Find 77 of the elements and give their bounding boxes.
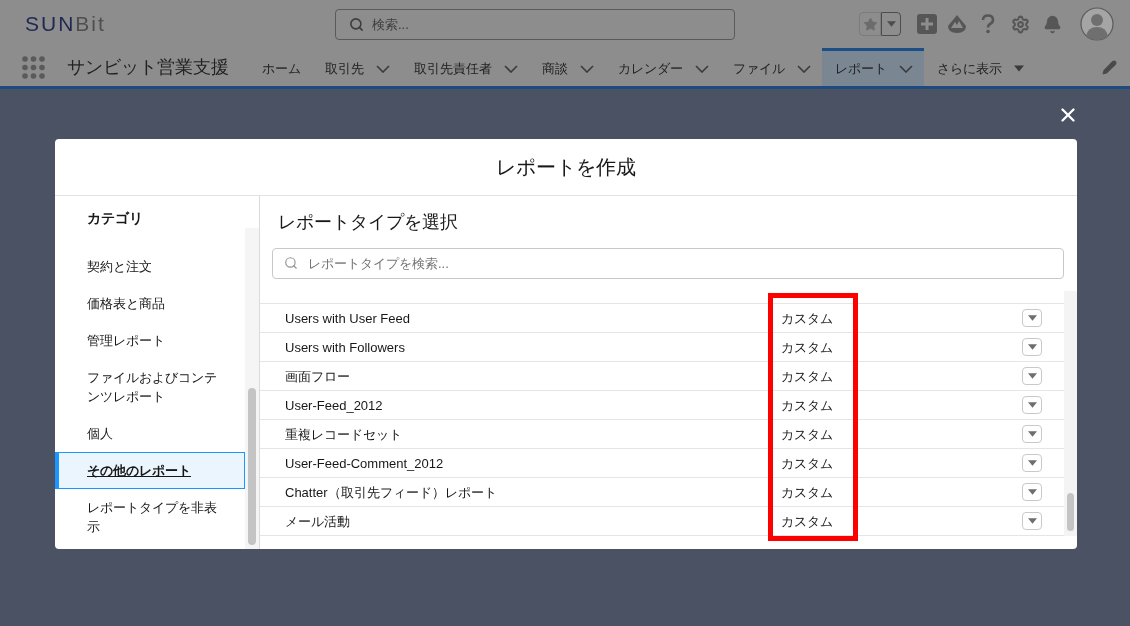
- report-type-name[interactable]: Users with User Feed: [285, 311, 410, 326]
- report-category-label: カスタム: [781, 485, 833, 500]
- search-icon: [349, 16, 364, 32]
- mountain-icon[interactable]: [947, 14, 967, 34]
- report-type-name[interactable]: 重複レコードセット: [285, 427, 402, 442]
- category-item[interactable]: 個人: [55, 415, 245, 452]
- row-menu-button[interactable]: [1022, 338, 1042, 356]
- edit-icon[interactable]: [1102, 59, 1117, 75]
- favorites-menu-button[interactable]: [881, 12, 901, 36]
- category-item[interactable]: レポートタイプを非表示: [55, 489, 245, 545]
- report-category-label: カスタム: [781, 514, 833, 529]
- settings-icon[interactable]: [1011, 14, 1030, 34]
- notification-bell-icon[interactable]: [1043, 14, 1062, 34]
- row-menu-button[interactable]: [1022, 425, 1042, 443]
- chevron-down-icon: [580, 64, 594, 73]
- nav-tab[interactable]: ホーム: [249, 48, 312, 86]
- row-menu-button[interactable]: [1022, 367, 1042, 385]
- search-field[interactable]: 検索...: [335, 8, 735, 40]
- report-type-search-field[interactable]: レポートタイプを検索...: [272, 248, 1064, 279]
- report-category-label: カスタム: [781, 398, 833, 413]
- report-type-name[interactable]: User-Feed_2012: [285, 398, 383, 413]
- report-type-heading: レポートタイプを選択: [278, 212, 458, 232]
- report-type-name[interactable]: Chatter（取引先フィード）レポート: [285, 485, 497, 500]
- caret-down-icon: [1027, 315, 1037, 321]
- scrollbar-thumb[interactable]: [1067, 493, 1074, 531]
- help-icon[interactable]: [981, 14, 995, 34]
- chevron-down-icon: [797, 64, 811, 73]
- logo: SUN Bit: [25, 11, 106, 37]
- category-item[interactable]: 管理レポート: [55, 322, 245, 359]
- report-category-label: カスタム: [781, 340, 833, 355]
- app-name: サンビット営業支援: [67, 55, 229, 79]
- chevron-down-icon: [504, 64, 518, 73]
- row-menu-button[interactable]: [1022, 309, 1042, 327]
- report-category-label: カスタム: [781, 369, 833, 384]
- dialog-title: レポートを作成: [496, 155, 636, 180]
- scrollbar-thumb[interactable]: [248, 388, 256, 545]
- app-launcher-icon[interactable]: [22, 55, 45, 79]
- caret-down-icon: [1027, 344, 1037, 350]
- caret-down-icon: [886, 21, 896, 27]
- report-category-label: カスタム: [781, 427, 833, 442]
- category-heading: カテゴリ: [87, 210, 143, 226]
- row-menu-button[interactable]: [1022, 512, 1042, 530]
- user-avatar-icon[interactable]: [1080, 7, 1114, 41]
- category-item[interactable]: 契約と注文: [55, 248, 245, 285]
- star-icon: [862, 16, 878, 32]
- report-type-name[interactable]: メール活動: [285, 514, 350, 529]
- caret-down-icon: [1027, 489, 1037, 495]
- row-menu-button[interactable]: [1022, 396, 1042, 414]
- category-item[interactable]: ファイルおよびコンテンツレポート: [55, 359, 245, 415]
- nav-tab[interactable]: 取引先責任者: [401, 48, 529, 86]
- caret-down-icon: [1027, 431, 1037, 437]
- nav-tab[interactable]: レポート: [822, 48, 924, 86]
- chevron-down-icon: [376, 64, 390, 73]
- search-icon: [284, 256, 298, 270]
- favorite-button[interactable]: [859, 12, 881, 36]
- row-menu-button[interactable]: [1022, 483, 1042, 501]
- row-menu-button[interactable]: [1022, 454, 1042, 472]
- caret-down-icon: [1027, 460, 1037, 466]
- report-type-name[interactable]: User-Feed-Comment_2012: [285, 456, 444, 471]
- nav-tab[interactable]: さらに表示: [924, 48, 1035, 86]
- caret-down-icon: [1027, 402, 1037, 408]
- report-category-label: カスタム: [781, 456, 833, 471]
- category-item[interactable]: 価格表と商品: [55, 285, 245, 322]
- nav-tab[interactable]: 商談: [529, 48, 605, 86]
- report-type-name[interactable]: 画面フロー: [285, 369, 350, 384]
- chevron-down-icon: [695, 64, 709, 73]
- category-item[interactable]: その他のレポート: [55, 452, 245, 489]
- nav-tab[interactable]: 取引先: [312, 48, 401, 86]
- report-type-name[interactable]: Users with Followers: [285, 340, 405, 355]
- nav-tab[interactable]: ファイル: [720, 48, 822, 86]
- caret-down-icon: [1027, 373, 1037, 379]
- add-icon[interactable]: [917, 14, 937, 34]
- caret-down-icon: [1027, 518, 1037, 524]
- nav-tab[interactable]: カレンダー: [605, 48, 720, 86]
- chevron-down-icon: [899, 64, 913, 73]
- report-category-label: カスタム: [781, 311, 833, 326]
- caret-down-icon: [1014, 65, 1024, 72]
